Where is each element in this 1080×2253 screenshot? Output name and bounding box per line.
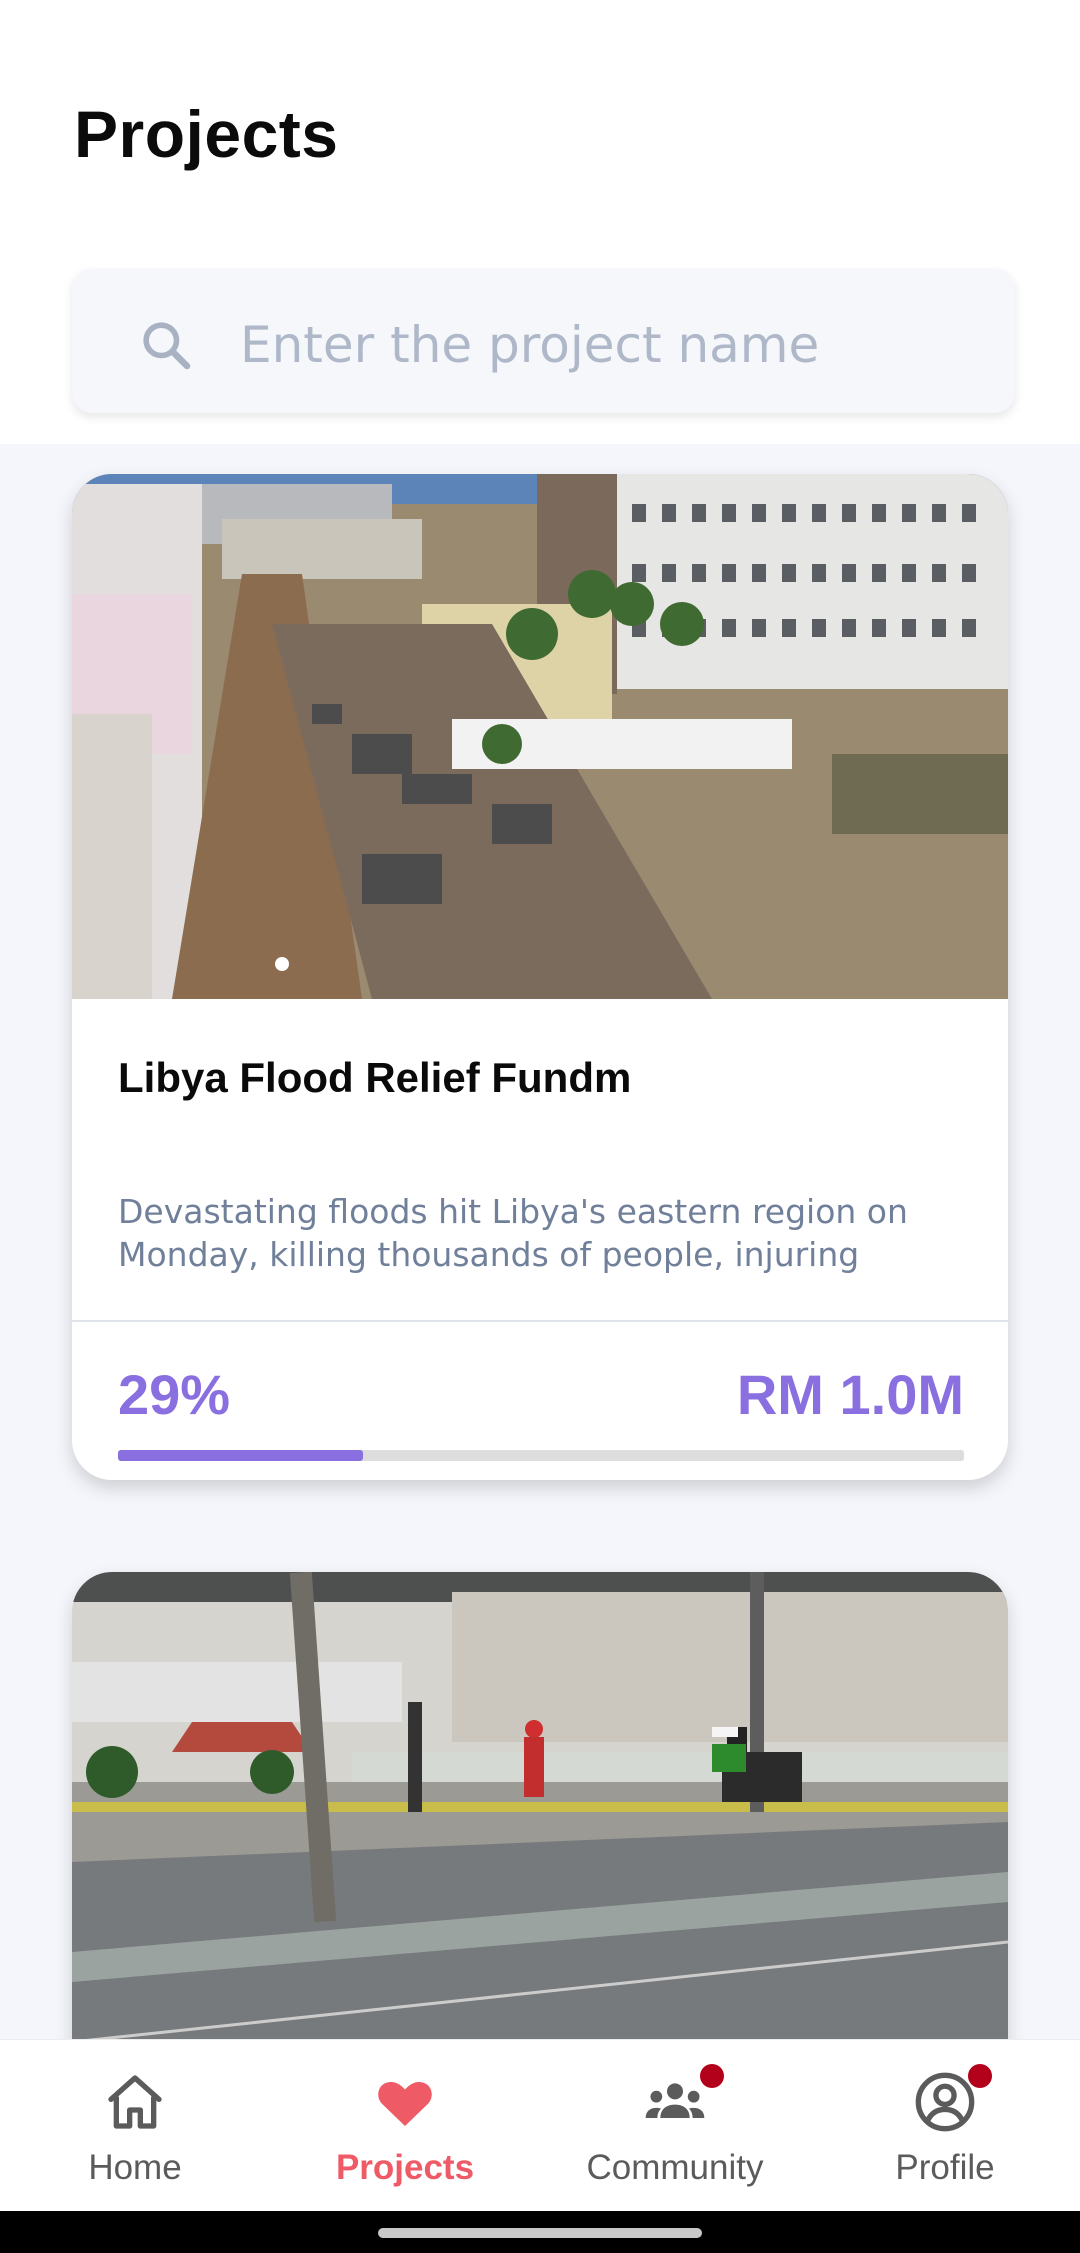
nav-label-profile: Profile (895, 2148, 995, 2187)
progress-percentage: 29% (118, 1363, 231, 1426)
project-card[interactable]: Libya Flood Relief Fundm Devastating flo… (72, 474, 1008, 1480)
nav-label-projects: Projects (335, 2148, 475, 2187)
nav-label-home: Home (88, 2148, 182, 2187)
project-image-street (72, 1572, 1008, 2039)
nav-item-profile[interactable]: Profile (810, 2040, 1080, 2212)
page-title: Projects (74, 97, 339, 171)
card-divider (72, 1320, 1008, 1322)
project-card[interactable] (72, 1572, 1008, 2039)
project-description: Devastating floods hit Libya's eastern r… (118, 1192, 908, 1274)
search-input[interactable] (240, 300, 980, 390)
progress-bar (118, 1450, 964, 1461)
profile-badge (968, 2064, 992, 2088)
profile-icon (915, 2072, 975, 2132)
progress-bar-fill (118, 1450, 364, 1461)
community-badge (700, 2064, 724, 2088)
project-image-flood (72, 474, 1008, 999)
project-list[interactable]: Libya Flood Relief Fundm Devastating flo… (0, 444, 1080, 2039)
project-title: Libya Flood Relief Fundm (118, 1054, 632, 1101)
app-header: Projects (0, 0, 1080, 444)
home-icon (108, 2075, 162, 2129)
search-icon (143, 322, 191, 370)
nav-item-projects[interactable]: Projects (270, 2040, 540, 2212)
heart-icon (378, 2081, 432, 2126)
nav-label-community: Community (586, 2148, 764, 2187)
nav-item-community[interactable]: Community (540, 2040, 810, 2212)
nav-item-home[interactable]: Home (0, 2040, 270, 2212)
home-indicator[interactable] (378, 2228, 702, 2238)
community-icon (645, 2083, 705, 2118)
target-amount: RM 1.0M (736, 1363, 964, 1426)
bottom-navigation: Home Projects Community Profile (0, 2039, 1080, 2211)
